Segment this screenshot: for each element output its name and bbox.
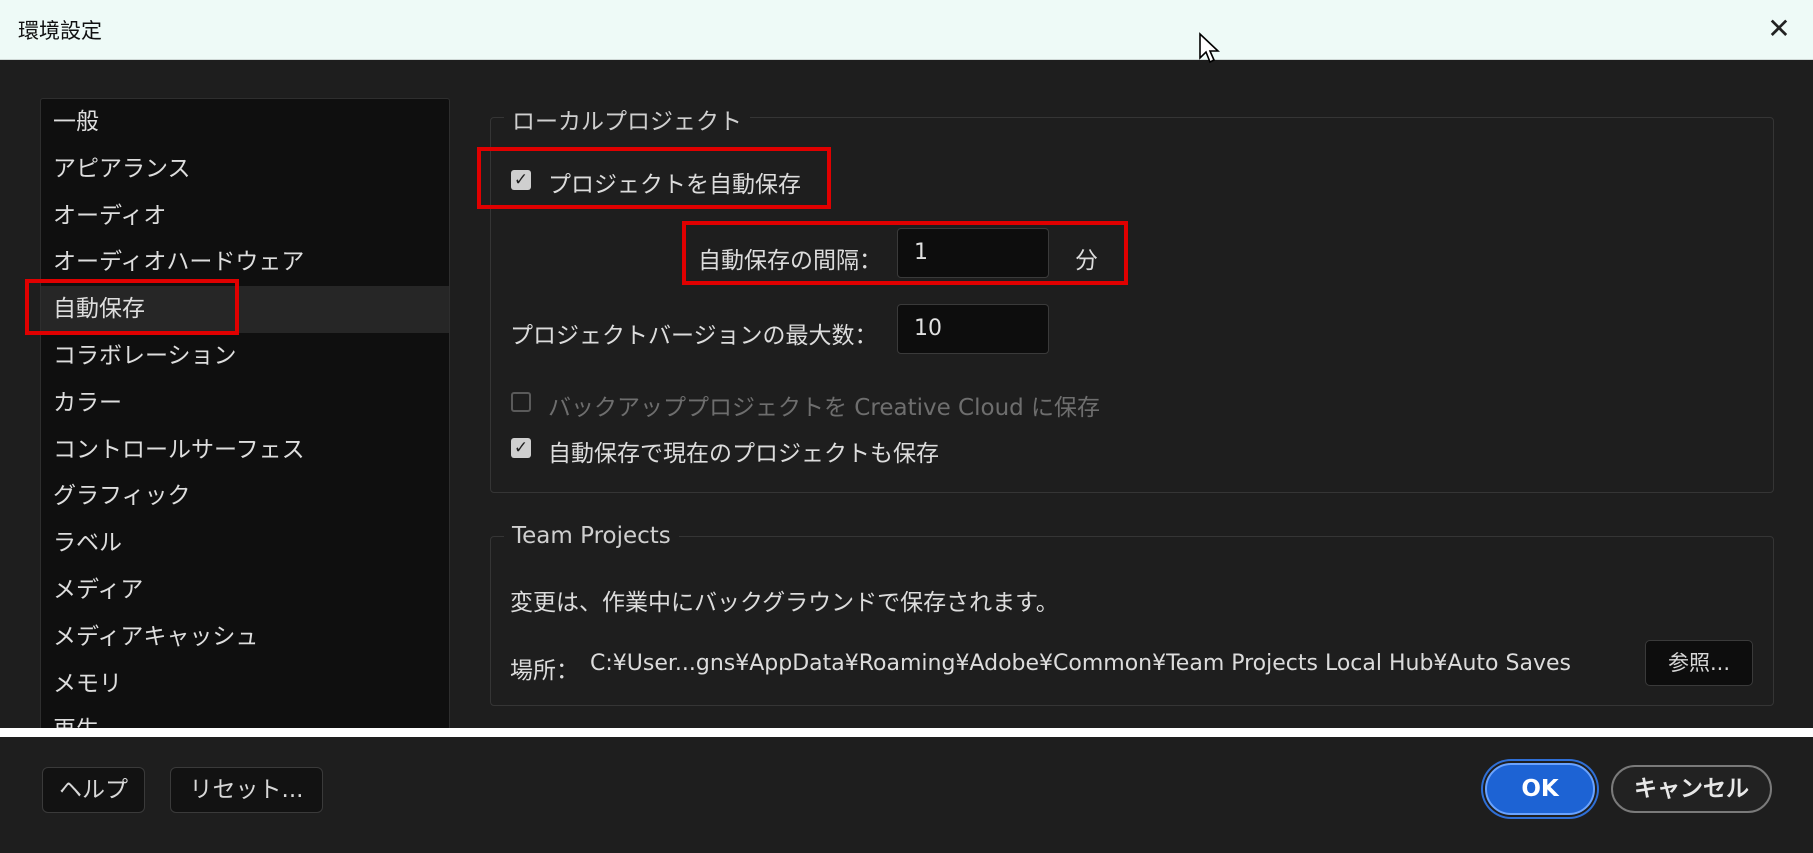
ok-button[interactable]: OK [1485,763,1595,815]
sidebar-item-collaboration[interactable]: コラボレーション [41,333,449,380]
max-versions-label: プロジェクトバージョンの最大数： [510,323,878,349]
category-list[interactable]: 一般 アピアランス オーディオ オーディオハードウェア 自動保存 コラボレーショ… [40,98,450,730]
team-projects-description: 変更は、作業中にバックグラウンドで保存されます。 [510,590,1059,616]
mouse-cursor-icon [1199,32,1220,64]
highlight-box-interval [682,221,1128,285]
sidebar-item-media-cache[interactable]: メディアキャッシュ [41,614,449,661]
sidebar-item-graphics[interactable]: グラフィック [41,473,449,520]
highlight-box-auto-save [25,279,239,335]
window-title: 環境設定 [18,19,102,43]
browse-button[interactable]: 参照... [1645,640,1753,686]
save-current-checkbox[interactable]: ✓ [511,438,531,458]
sidebar-item-general[interactable]: 一般 [41,99,449,146]
reset-button[interactable]: リセット... [170,767,323,813]
sidebar-item-memory[interactable]: メモリ [41,661,449,708]
help-button[interactable]: ヘルプ [42,767,145,813]
sidebar-item-media[interactable]: メディア [41,567,449,614]
close-icon[interactable]: ✕ [1758,8,1800,50]
sidebar-item-audio[interactable]: オーディオ [41,193,449,240]
sidebar-item-labels[interactable]: ラベル [41,520,449,567]
cancel-button[interactable]: キャンセル [1611,765,1772,813]
local-project-legend: ローカルプロジェクト [504,102,750,136]
backup-checkbox-label: バックアッププロジェクトを Creative Cloud に保存 [548,395,1101,421]
title-bar: 環境設定 ✕ [0,0,1813,60]
save-current-checkbox-label[interactable]: 自動保存で現在のプロジェクトも保存 [548,434,939,468]
team-projects-legend: Team Projects [504,523,679,549]
sidebar-item-appearance[interactable]: アピアランス [41,146,449,193]
sidebar-item-color[interactable]: カラー [41,380,449,427]
backup-checkbox [511,392,531,412]
sidebar-item-playback[interactable]: 再生 [41,707,449,729]
max-versions-input[interactable]: 10 [897,304,1049,354]
highlight-box-autosave-checkbox [477,147,831,209]
team-projects-group [490,536,1774,706]
separator [0,728,1813,737]
location-path: C:¥User...gns¥AppData¥Roaming¥Adobe¥Comm… [590,651,1571,676]
location-label: 場所： [510,658,579,684]
sidebar-item-control-surface[interactable]: コントロールサーフェス [41,427,449,474]
